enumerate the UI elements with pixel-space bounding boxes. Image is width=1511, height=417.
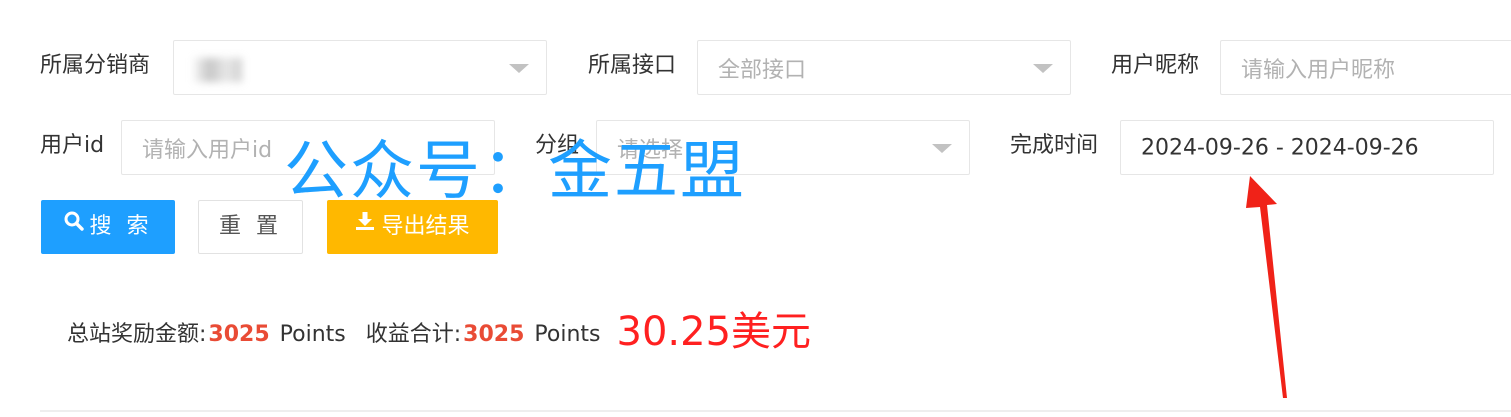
nickname-placeholder: 请输入用户昵称 xyxy=(1241,57,1396,83)
interface-select[interactable]: 全部接口 xyxy=(697,40,1071,95)
nickname-label: 用户昵称 xyxy=(1111,53,1200,78)
reset-button-label: 重 置 xyxy=(219,214,282,239)
finish-time-label: 完成时间 xyxy=(1010,133,1099,158)
chevron-down-icon xyxy=(509,63,529,73)
search-button[interactable]: 搜 索 xyxy=(41,200,175,254)
total-reward-value: 3025 xyxy=(208,322,270,347)
user-id-placeholder: 请输入用户id xyxy=(142,137,273,163)
annotation-arrow-icon xyxy=(1246,176,1287,398)
summary-line: 总站奖励金额:3025 Points 收益合计:3025 Points 30.25美元 xyxy=(67,312,811,355)
distributor-select[interactable] xyxy=(173,40,547,95)
finish-time-range-input[interactable]: 2024-09-26 - 2024-09-26 xyxy=(1120,120,1494,175)
income-total-label: 收益合计: xyxy=(365,322,462,347)
search-icon xyxy=(64,198,84,252)
total-reward-label: 总站奖励金额: xyxy=(67,322,207,347)
distributor-label: 所属分销商 xyxy=(40,53,151,78)
income-total-unit: Points xyxy=(534,322,601,347)
export-button-label: 导出结果 xyxy=(381,214,470,239)
divider xyxy=(40,410,1511,412)
nickname-input[interactable]: 请输入用户昵称 xyxy=(1220,40,1511,95)
distributor-blurred-value xyxy=(194,58,242,82)
search-button-label: 搜 索 xyxy=(89,214,153,239)
search-panel: 所属分销商 所属接口 全部接口 用户昵称 请输入用户昵称 用户id 请输入用户i… xyxy=(0,0,1511,417)
chevron-down-icon xyxy=(932,143,952,153)
chevron-down-icon xyxy=(1033,63,1053,73)
interface-label: 所属接口 xyxy=(588,53,677,78)
interface-value: 全部接口 xyxy=(718,57,807,83)
total-reward-unit: Points xyxy=(279,322,346,347)
usd-annotation: 30.25美元 xyxy=(616,309,812,355)
watermark-text: 公众号：金五盟 xyxy=(284,135,746,209)
income-total-value: 3025 xyxy=(463,322,525,347)
finish-time-value: 2024-09-26 - 2024-09-26 xyxy=(1141,135,1419,160)
user-id-label: 用户id xyxy=(40,133,105,158)
